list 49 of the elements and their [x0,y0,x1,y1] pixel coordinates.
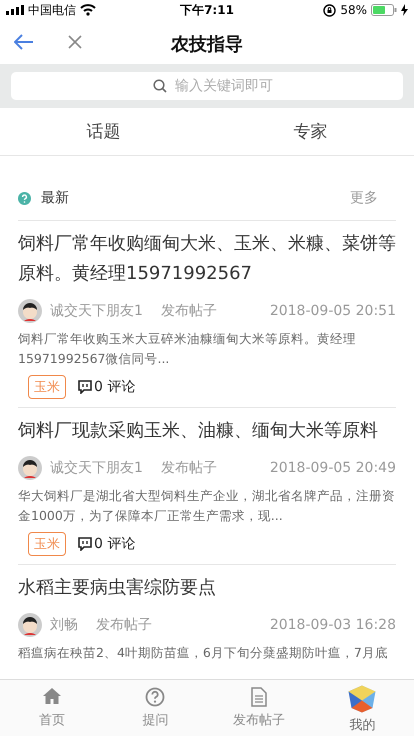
cube-icon [347,684,378,714]
tab-bar-item[interactable]: 我的 [310,680,414,736]
comment-count[interactable]: 0 评论 [94,378,136,396]
tag[interactable]: 玉米 [28,375,66,399]
post-title[interactable]: 饲料厂现款采购玉米、油糠、缅甸大米等原料 [18,416,396,446]
avatar-icon [18,299,42,323]
section-title: 最新 [41,189,70,207]
close-icon [68,35,82,49]
back-arrow-icon [14,34,34,50]
comment-icon [78,537,92,551]
tab[interactable]: 专家 [207,108,414,155]
author-name[interactable]: 刘畅 [50,616,78,634]
comment-icon [78,380,92,394]
tag[interactable]: 玉米 [28,532,66,556]
post-date: 2018-09-05 20:51 [270,303,396,319]
signal-icon [6,5,24,15]
battery-icon [371,4,397,16]
home-icon [42,687,62,707]
carrier-name: 中国电信 [28,2,76,18]
avatar-icon [18,456,42,480]
post-excerpt: 稻瘟病在秧苗2、4叶期防苗瘟，6月下旬分蘖盛期防叶瘟，7月底 [18,644,389,662]
tab-bar-item[interactable]: 首页 [0,680,104,736]
author-name[interactable]: 诚交天下朋友1 [50,302,143,320]
tab-bar-item[interactable]: 提问 [104,680,207,736]
wifi-icon [80,4,96,16]
post-action: 发布帖子 [160,302,218,320]
battery-percent: 58% [340,3,367,17]
post-action: 发布帖子 [96,616,153,634]
post-date: 2018-09-03 16:28 [270,617,396,633]
author-name[interactable]: 诚交天下朋友1 [50,459,143,477]
document-icon [248,687,269,707]
more-link[interactable]: 更多 [350,189,378,207]
post-title[interactable]: 水稻主要病虫害综防要点 [18,573,396,603]
avatar-icon [18,613,42,637]
post-excerpt: 华大饲料厂是湖北省大型饲料生产企业，湖北省名牌产品，注册资金1000万，为了保障本厂正常生产需求，现... [18,487,396,525]
question-icon [145,687,166,707]
status-time: 下午7:11 [180,2,234,18]
post-title[interactable]: 饲料厂常年收购缅甸大米、玉米、米糠、菜饼等原料。黄经理15971992567 [18,229,396,289]
lock-rotation-icon [323,4,336,16]
charging-icon [401,4,408,16]
comment-count[interactable]: 0 评论 [94,535,136,553]
question-icon [18,192,31,204]
post-action: 发布帖子 [160,459,218,477]
tab-bar-item[interactable]: 发布帖子 [207,680,310,736]
post-excerpt: 饲料厂常年收购玉米大豆碎米油糠缅甸大米等原料。黄经理15971992567微信同号... [18,330,357,368]
search-field[interactable]: 输入关键词即可 [11,72,403,100]
page-title: 农技指导 [171,33,243,56]
tab[interactable]: 话题 [0,108,207,155]
post-date: 2018-09-05 20:49 [270,460,396,476]
